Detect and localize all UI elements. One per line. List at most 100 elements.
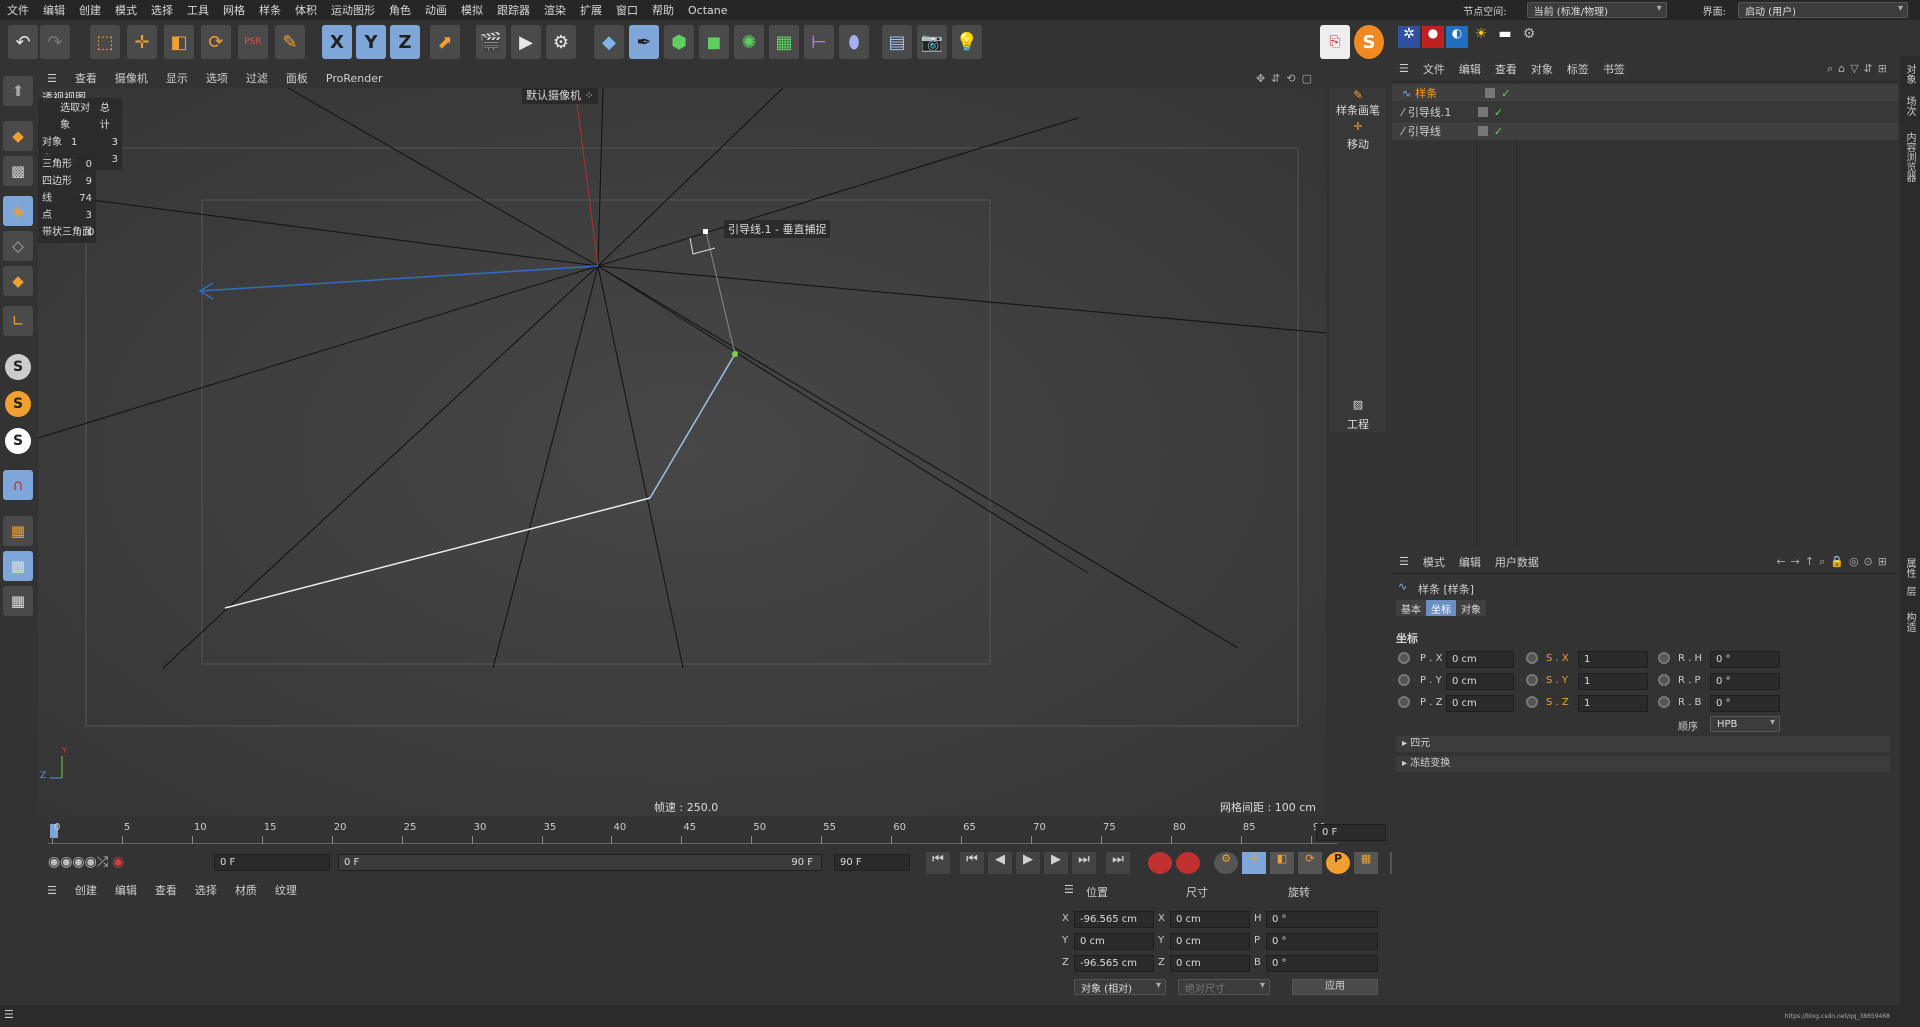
- keyframe-py-icon[interactable]: [1398, 674, 1410, 686]
- select-icon[interactable]: ⬚: [90, 25, 120, 59]
- om-menu-bookmarks[interactable]: 书签: [1596, 61, 1632, 77]
- key-param-icon[interactable]: P: [1326, 852, 1350, 874]
- scale-icon[interactable]: ◧: [164, 25, 194, 59]
- key-position-icon[interactable]: ✛: [1242, 852, 1266, 874]
- octane-logo-icon[interactable]: ✲: [1398, 26, 1420, 48]
- octane-camera-icon[interactable]: ●: [1422, 26, 1444, 48]
- current-frame-field[interactable]: 0 F: [1316, 824, 1386, 841]
- psr-icon[interactable]: PSR: [238, 25, 268, 59]
- spline-pen-icon[interactable]: ✎: [275, 25, 305, 59]
- spline-pen-tool[interactable]: ✎: [1330, 88, 1386, 102]
- grid-snap-icon[interactable]: ▦: [3, 586, 33, 616]
- render-view-icon[interactable]: 🎬: [476, 25, 506, 59]
- spline-pen-label[interactable]: 样条画笔: [1330, 102, 1386, 118]
- menu-tracker[interactable]: 跟踪器: [490, 2, 537, 18]
- enable-check-icon[interactable]: ✓: [1501, 87, 1510, 100]
- rot-p-field[interactable]: 0 °: [1266, 933, 1378, 950]
- om-menu-object[interactable]: 对象: [1524, 61, 1560, 77]
- menu-help[interactable]: 帮助: [645, 2, 681, 18]
- light-icon[interactable]: 💡: [952, 25, 982, 59]
- menu-mode[interactable]: 模式: [108, 2, 144, 18]
- object-row[interactable]: ⁄ 引导线 ✓: [1392, 122, 1898, 140]
- render-settings-icon[interactable]: ⚙: [546, 25, 576, 59]
- y-axis-icon[interactable]: Y: [356, 25, 386, 59]
- cube-icon[interactable]: ◆: [594, 25, 624, 59]
- keyframe-pz-icon[interactable]: [1398, 696, 1410, 708]
- prev-frame-icon[interactable]: ◀: [988, 852, 1012, 874]
- menu-window[interactable]: 窗口: [609, 2, 645, 18]
- hamburger-icon[interactable]: ☰: [38, 884, 66, 897]
- rotate-icon[interactable]: ⟳: [201, 25, 231, 59]
- om-menu-tags[interactable]: 标签: [1560, 61, 1596, 77]
- om-menu-edit[interactable]: 编辑: [1452, 61, 1488, 77]
- menu-tools[interactable]: 工具: [180, 2, 216, 18]
- coordinate-system-icon[interactable]: ⬈: [430, 25, 460, 59]
- project-icon[interactable]: ▨: [1330, 398, 1386, 411]
- move-tool-label[interactable]: 移动: [1330, 136, 1386, 152]
- go-to-end-icon[interactable]: ⏭: [1106, 852, 1130, 874]
- side-tab-attributes[interactable]: 属性: [1902, 558, 1917, 578]
- px-field[interactable]: 0 cm: [1446, 651, 1514, 668]
- visibility-toggle-icon[interactable]: [1485, 88, 1496, 98]
- key-rotate-icon[interactable]: ⟳: [1298, 852, 1322, 874]
- tab-basic[interactable]: 基本: [1396, 600, 1426, 616]
- prev-key-icon[interactable]: ⏮: [960, 852, 984, 874]
- object-row[interactable]: ⁄ 引导线.1 ✓: [1392, 103, 1898, 121]
- tab-coord[interactable]: 坐标: [1426, 600, 1456, 616]
- octane-sun-icon[interactable]: ☀: [1470, 26, 1492, 48]
- side-tab-objects[interactable]: 对象: [1902, 64, 1917, 84]
- s-tool-3-icon[interactable]: S: [5, 428, 31, 454]
- bend-icon[interactable]: ⬮: [839, 25, 869, 59]
- workplane-icon[interactable]: ▦: [3, 516, 33, 546]
- pos-y-field[interactable]: 0 cm: [1074, 933, 1154, 950]
- vp-menu-options[interactable]: 选项: [197, 70, 237, 86]
- size-z-field[interactable]: 0 cm: [1170, 955, 1250, 972]
- start-frame-field[interactable]: 0 F: [214, 854, 330, 871]
- model-mode-icon[interactable]: ◆: [3, 121, 33, 151]
- rh-field[interactable]: 0 °: [1710, 651, 1780, 668]
- vp-menu-cameras[interactable]: 摄像机: [106, 70, 157, 86]
- keyframe-rp-icon[interactable]: [1658, 674, 1670, 686]
- subdivision-icon[interactable]: ⬢: [664, 25, 694, 59]
- project-label[interactable]: 工程: [1330, 416, 1386, 432]
- record-icon[interactable]: [1148, 852, 1172, 874]
- size-x-field[interactable]: 0 cm: [1170, 911, 1250, 928]
- node-space-dropdown[interactable]: 当前 (标准/物理): [1526, 2, 1667, 18]
- pos-z-field[interactable]: -96.565 cm: [1074, 955, 1154, 972]
- octane-render-icon[interactable]: ◐: [1446, 26, 1468, 48]
- vp-menu-prorender[interactable]: ProRender: [317, 72, 392, 85]
- visibility-toggle-icon[interactable]: [1477, 126, 1488, 136]
- array-icon[interactable]: ▦: [769, 25, 799, 59]
- menu-animation[interactable]: 动画: [418, 2, 454, 18]
- magnet-icon[interactable]: ∩: [3, 470, 33, 500]
- menu-character[interactable]: 角色: [382, 2, 418, 18]
- octane-settings-icon[interactable]: ⚙: [1518, 26, 1540, 48]
- range-slider[interactable]: 0 F 90 F: [338, 854, 822, 871]
- om-menu-view[interactable]: 查看: [1488, 61, 1524, 77]
- vp-menu-panel[interactable]: 面板: [277, 70, 317, 86]
- octane-light-icon[interactable]: ▬: [1494, 26, 1516, 48]
- mat-menu-select[interactable]: 选择: [186, 882, 226, 898]
- perspective-viewport[interactable]: Y Z 透视视图 默认摄像机 ⁘ 引导线.1 - 垂直捕捉 选取对象总计 对象1…: [38, 88, 1326, 816]
- visibility-toggle-icon[interactable]: [1477, 107, 1488, 117]
- deformer-icon[interactable]: ⊢: [804, 25, 834, 59]
- rb-field[interactable]: 0 °: [1710, 695, 1780, 712]
- am-nav-icons[interactable]: ←→↑⌕🔒◎⊙⊞: [1776, 555, 1892, 569]
- texture-mode-icon[interactable]: ▩: [3, 156, 33, 186]
- coord-mode-dropdown[interactable]: 对象 (相对): [1074, 979, 1166, 995]
- playback-controls[interactable]: ⏮ ⏮ ◀ ▶ ▶ ⏭ ⏭ ⚙ ✛ ◧ ⟳ P ▦ ▥: [926, 852, 1414, 874]
- object-row[interactable]: ∿ 样条 ✓: [1392, 84, 1898, 102]
- side-tab-content-browser[interactable]: 内容浏览器: [1902, 132, 1917, 182]
- lock-workplane-icon[interactable]: ▦: [3, 551, 33, 581]
- menu-select[interactable]: 选择: [144, 2, 180, 18]
- section-quaternion[interactable]: ▸ 四元: [1396, 736, 1890, 752]
- keyframe-sz-icon[interactable]: [1526, 696, 1538, 708]
- py-field[interactable]: 0 cm: [1446, 673, 1514, 690]
- layout-dropdown[interactable]: 启动 (用户): [1738, 2, 1908, 18]
- make-editable-icon[interactable]: ⬆: [3, 76, 33, 106]
- cloner-icon[interactable]: ✺: [734, 25, 764, 59]
- hamburger-icon[interactable]: ☰: [1392, 62, 1416, 75]
- edge-mode-icon[interactable]: ◇: [3, 231, 33, 261]
- x-axis-icon[interactable]: X: [322, 25, 352, 59]
- pos-x-field[interactable]: -96.565 cm: [1074, 911, 1154, 928]
